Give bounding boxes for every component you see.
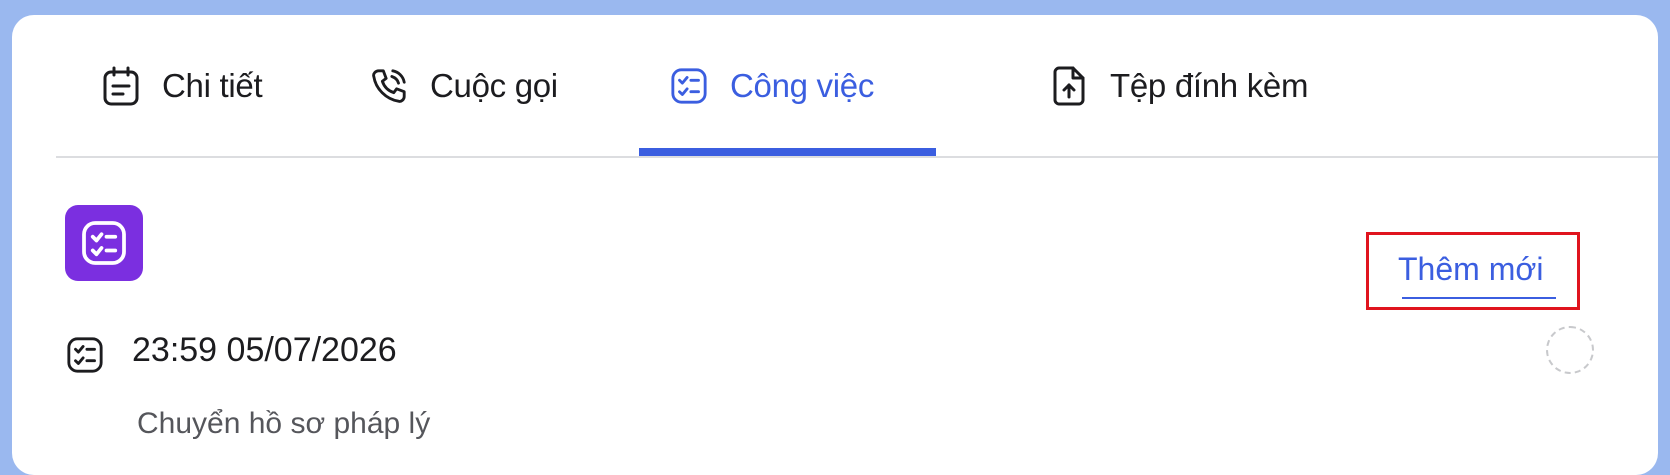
phone-call-icon bbox=[370, 67, 408, 105]
calendar-note-icon bbox=[102, 66, 140, 105]
task-list-icon bbox=[66, 336, 104, 374]
tab-details[interactable]: Chi tiết bbox=[102, 15, 263, 156]
task-list-icon bbox=[79, 218, 129, 268]
section-badge bbox=[65, 205, 143, 281]
tab-calls[interactable]: Cuộc gọi bbox=[370, 15, 558, 156]
tab-label: Chi tiết bbox=[162, 66, 263, 104]
task-due-time: 23:59 05/07/2026 bbox=[132, 331, 397, 369]
tab-bar: Chi tiết Cuộc gọi Công việc Tệp đính kèm bbox=[56, 15, 1658, 158]
file-upload-icon bbox=[1050, 66, 1088, 105]
tab-tasks[interactable]: Công việc bbox=[670, 15, 874, 156]
active-tab-indicator bbox=[639, 148, 936, 156]
highlight-box bbox=[1366, 232, 1580, 310]
tab-label: Tệp đính kèm bbox=[1110, 66, 1309, 104]
task-panel-card: Chi tiết Cuộc gọi Công việc Tệp đính kèm… bbox=[12, 15, 1658, 475]
task-status-toggle[interactable] bbox=[1546, 326, 1594, 374]
tab-label: Cuộc gọi bbox=[430, 66, 558, 104]
tab-label: Công việc bbox=[730, 66, 875, 104]
task-list-icon bbox=[670, 67, 708, 105]
task-title[interactable]: Chuyển hồ sơ pháp lý bbox=[137, 407, 430, 441]
tab-attachments[interactable]: Tệp đính kèm bbox=[1050, 15, 1308, 156]
